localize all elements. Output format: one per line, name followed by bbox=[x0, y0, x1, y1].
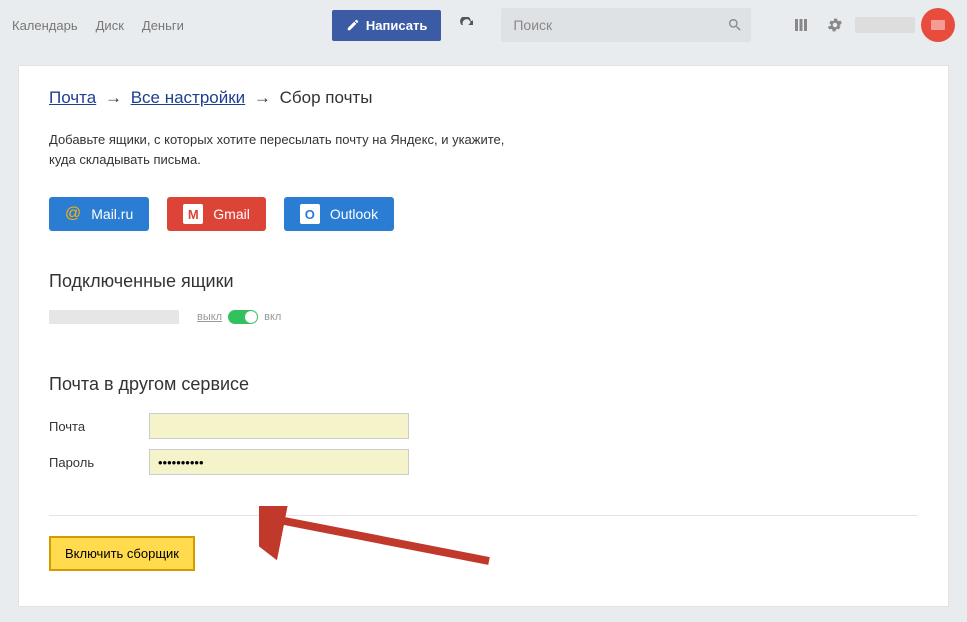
toggle-on-label: вкл bbox=[264, 311, 281, 323]
refresh-icon bbox=[459, 17, 475, 33]
search-icon bbox=[727, 17, 743, 33]
breadcrumb-mail[interactable]: Почта bbox=[49, 88, 96, 107]
compose-icon bbox=[346, 18, 360, 32]
breadcrumb-all-settings[interactable]: Все настройки bbox=[131, 88, 245, 107]
provider-label: Mail.ru bbox=[91, 206, 133, 222]
provider-label: Gmail bbox=[213, 206, 250, 222]
compose-button[interactable]: Написать bbox=[332, 10, 441, 41]
refresh-button[interactable] bbox=[451, 9, 483, 41]
connected-email bbox=[49, 310, 179, 324]
toggle-switch[interactable] bbox=[228, 310, 258, 324]
breadcrumb: Почта → Все настройки → Сбор почты bbox=[49, 88, 918, 108]
toggle-off-label[interactable]: выкл bbox=[197, 311, 222, 323]
connected-account-row: выкл вкл bbox=[49, 310, 918, 324]
provider-mailru-button[interactable]: @ Mail.ru bbox=[49, 197, 149, 231]
password-field[interactable] bbox=[149, 449, 409, 475]
compose-label: Написать bbox=[366, 18, 427, 33]
outlook-icon: O bbox=[300, 204, 320, 224]
topnav-disk[interactable]: Диск bbox=[96, 18, 124, 33]
connected-heading: Подключенные ящики bbox=[49, 271, 918, 292]
themes-icon[interactable] bbox=[787, 11, 815, 39]
arrow-icon: → bbox=[254, 88, 271, 107]
username-placeholder bbox=[855, 17, 915, 33]
provider-label: Outlook bbox=[330, 206, 378, 222]
other-service-heading: Почта в другом сервисе bbox=[49, 374, 918, 395]
topnav-calendar[interactable]: Календарь bbox=[12, 18, 78, 33]
search-input[interactable] bbox=[501, 8, 751, 42]
provider-gmail-button[interactable]: M Gmail bbox=[167, 197, 266, 231]
page-description: Добавьте ящики, с которых хотите пересыл… bbox=[49, 130, 529, 169]
email-label: Почта bbox=[49, 419, 149, 434]
password-label: Пароль bbox=[49, 455, 149, 470]
avatar[interactable] bbox=[921, 8, 955, 42]
provider-outlook-button[interactable]: O Outlook bbox=[284, 197, 394, 231]
arrow-icon: → bbox=[105, 88, 122, 107]
topnav-money[interactable]: Деньги bbox=[142, 18, 184, 33]
enable-collector-button[interactable]: Включить сборщик bbox=[49, 536, 195, 571]
gear-icon[interactable] bbox=[821, 11, 849, 39]
divider bbox=[49, 515, 918, 516]
breadcrumb-current: Сбор почты bbox=[280, 88, 373, 107]
email-field[interactable] bbox=[149, 413, 409, 439]
callout-arrow-icon bbox=[259, 506, 499, 576]
gmail-icon: M bbox=[183, 204, 203, 224]
mailru-icon: @ bbox=[65, 205, 81, 223]
